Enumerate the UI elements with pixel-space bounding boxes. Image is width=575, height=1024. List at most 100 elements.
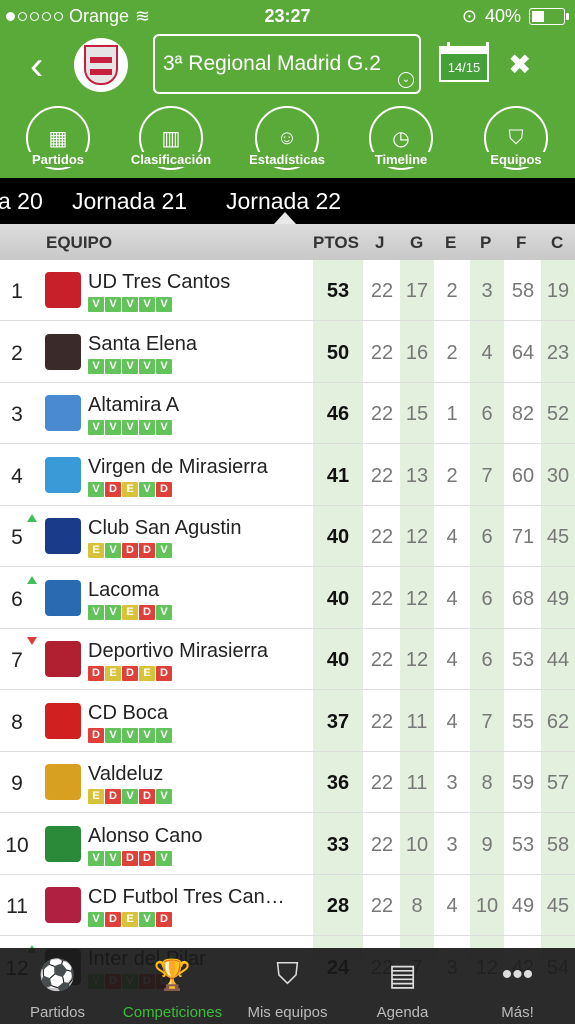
- settings-tools-icon[interactable]: ✖: [508, 48, 531, 81]
- stat-p: 9: [481, 833, 493, 856]
- jornada-tab[interactable]: a 20: [0, 188, 43, 215]
- table-row[interactable]: 7 Deportivo Mirasierra D E D E D 40 22 12 4 6 53 44: [0, 629, 575, 690]
- team-name: Deportivo Mirasierra: [88, 640, 269, 662]
- team-crest-icon: [45, 764, 81, 800]
- nav-partidos[interactable]: ▦ Partidos: [3, 106, 113, 170]
- stat-g: 13: [405, 464, 429, 487]
- stat-j: 22: [370, 464, 394, 487]
- table-row[interactable]: 1 UD Tres Cantos V V V V V 53 22 17 2 3 58 19: [0, 260, 575, 321]
- team-name: Lacoma: [88, 578, 160, 601]
- form-badge: V: [88, 481, 104, 497]
- form-badge: V: [122, 789, 138, 804]
- recent-form: VVVVV: [88, 297, 172, 312]
- agenda-icon: ▤: [388, 959, 417, 992]
- form-badge: V: [105, 604, 121, 620]
- form-badge: V: [105, 543, 121, 558]
- season-label: 14/15: [447, 60, 481, 75]
- form-badge: E: [139, 666, 155, 681]
- recent-form: DEDED: [88, 666, 172, 681]
- table-row[interactable]: 9 Valdeluz E D V D V 36 22 11 3 8 59 57: [0, 752, 575, 813]
- team-crest-icon: [45, 579, 81, 616]
- stat-p: 3: [481, 280, 493, 302]
- stat-p: 4: [481, 341, 493, 364]
- tab-label: Competiciones: [122, 1004, 223, 1021]
- stat-j: 22: [370, 710, 394, 733]
- jornada-tab-active[interactable]: Jornada 22: [226, 188, 341, 215]
- form-badge: V: [156, 297, 172, 312]
- back-chevron-icon[interactable]: ‹: [30, 46, 43, 86]
- form-badge: V: [122, 727, 138, 743]
- tab-m-s[interactable]: ••• Más!: [460, 948, 575, 1024]
- recent-form: EVDDV: [88, 543, 172, 558]
- app-header: ‹ 3ª Regional Madrid G.2 ⌄ 14/15 ✖ ▦ Par…: [0, 32, 575, 178]
- season-calendar-button[interactable]: 14/15: [439, 42, 489, 82]
- form-badge: D: [139, 604, 155, 620]
- stat-pts: 28: [326, 895, 350, 917]
- col-f: F: [516, 233, 527, 252]
- col-e: E: [445, 233, 457, 252]
- form-badge: D: [88, 727, 104, 743]
- position: 11: [6, 895, 28, 918]
- form-badge: V: [139, 297, 155, 312]
- tab-mis-equipos[interactable]: ⛉ Mis equipos: [230, 948, 345, 1024]
- trend-up-icon: [27, 514, 37, 522]
- position: 2: [11, 341, 23, 365]
- battery-area: ⊙ 40%: [462, 6, 569, 27]
- table-row[interactable]: 5 Club San Agustin E V D D V 40 22 12 4 6 71 45: [0, 506, 575, 567]
- form-badge: D: [156, 481, 172, 497]
- form-badge: E: [88, 543, 104, 558]
- stat-e: 3: [446, 772, 458, 794]
- form-badge: E: [122, 912, 138, 927]
- standings-header: EQUIPO PTOS J G E P F C: [0, 224, 575, 260]
- table-row[interactable]: 10 Alonso Cano V V D D V 33 22 10 3 9 53 58: [0, 814, 575, 875]
- stat-c: 49: [546, 587, 570, 610]
- table-row[interactable]: 6 Lacoma V V E D V 40 22 12 4 6 68 49: [0, 568, 575, 629]
- position: 9: [11, 772, 23, 795]
- form-badge: D: [139, 789, 155, 804]
- stat-g: 12: [405, 526, 429, 548]
- form-badge: V: [156, 420, 172, 435]
- form-badge: V: [88, 604, 104, 620]
- nav-label: Clasificación: [126, 152, 216, 167]
- stat-p: 6: [481, 403, 493, 425]
- stat-c: 58: [546, 833, 570, 856]
- form-badge: V: [156, 543, 172, 558]
- nav-estadisticas[interactable]: ☺ Estadísticas: [232, 106, 342, 170]
- form-badge: D: [88, 666, 104, 681]
- form-badge: V: [105, 297, 121, 312]
- nav-timeline[interactable]: ◷ Timeline: [346, 106, 456, 170]
- nav-label: Partidos: [13, 152, 103, 167]
- stat-p: 7: [481, 464, 493, 487]
- form-badge: V: [122, 358, 138, 374]
- table-row[interactable]: 11 CD Futbol Tres Can… V D E V D 28 22 8 4 10 49 45: [0, 875, 575, 936]
- position: 5: [11, 526, 23, 549]
- tab-agenda[interactable]: ▤ Agenda: [345, 948, 460, 1024]
- tab-bar: ⚽ Partidos 🏆 Competiciones ⛉ Mis equipos ▤ Agen…: [0, 948, 575, 1024]
- tab-competiciones[interactable]: 🏆 Competiciones: [115, 948, 230, 1024]
- stat-c: 19: [546, 280, 570, 302]
- stat-g: 12: [405, 587, 429, 610]
- tab-label: Más!: [501, 1004, 534, 1021]
- stat-j: 22: [370, 280, 394, 302]
- nav-clasificacion[interactable]: ▥ Clasificación: [116, 106, 226, 170]
- table-row[interactable]: 4 Virgen de Mirasierra V D E V D 41 22 13 2 7 60 30: [0, 445, 575, 506]
- team-crest-icon: [45, 456, 81, 493]
- table-row[interactable]: 3 Altamira A V V V V V 46 22 15 1 6 82 52: [0, 383, 575, 444]
- stat-j: 22: [370, 587, 394, 610]
- table-row[interactable]: 8 CD Boca D V V V V 37 22 11 4 7 55 62: [0, 691, 575, 752]
- stat-g: 11: [406, 710, 428, 733]
- team-name: UD Tres Cantos: [88, 271, 231, 293]
- jornada-tab[interactable]: Jornada 21: [72, 188, 187, 215]
- form-badge: V: [122, 420, 138, 435]
- stat-p: 7: [481, 710, 493, 733]
- form-badge: D: [156, 666, 172, 681]
- team-crest-icon: [45, 887, 81, 923]
- team-name: Valdeluz: [88, 763, 164, 785]
- position: 4: [11, 464, 23, 488]
- league-selector[interactable]: 3ª Regional Madrid G.2 ⌄: [153, 34, 421, 94]
- nav-equipos[interactable]: ⛉ Equipos: [461, 106, 571, 170]
- jornada-pointer: [274, 212, 296, 224]
- table-row[interactable]: 2 Santa Elena V V V V V 50 22 16 2 4 64 23: [0, 322, 575, 383]
- trophy-icon: 🏆: [153, 959, 192, 992]
- tab-partidos[interactable]: ⚽ Partidos: [0, 948, 115, 1024]
